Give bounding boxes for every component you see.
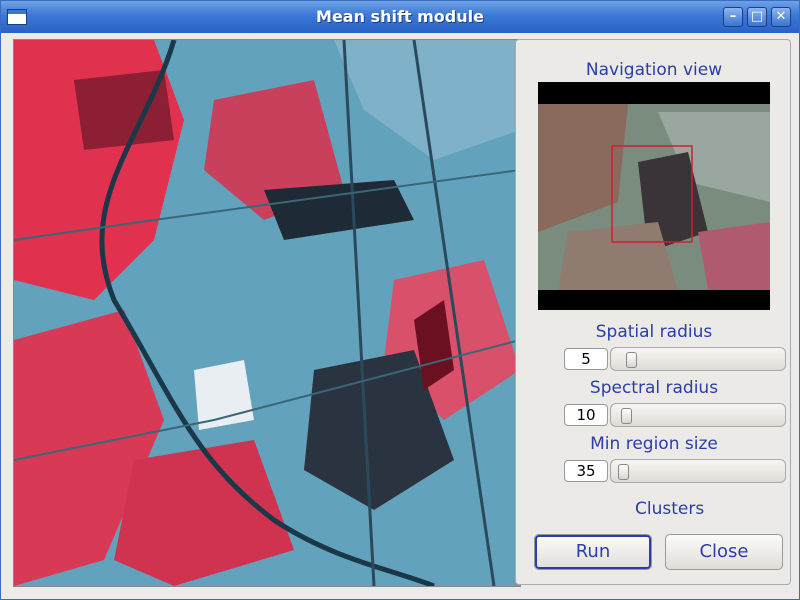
minimize-icon: – <box>729 9 737 24</box>
maximize-button[interactable]: □ <box>747 7 767 27</box>
spatial-radius-field[interactable]: 5 <box>564 348 608 370</box>
spectral-radius-slider[interactable] <box>610 403 786 427</box>
satellite-image <box>14 40 520 586</box>
main-window: Mean shift module – □ ✕ Navigation view … <box>0 0 800 600</box>
min-region-size-slider[interactable] <box>610 459 786 483</box>
navigation-view[interactable] <box>538 82 770 310</box>
title-bar[interactable]: Mean shift module – □ ✕ <box>1 1 799 33</box>
navigation-thumbnail <box>538 82 770 310</box>
control-panel: Navigation view Spatial radius 5 Spectra… <box>515 39 791 585</box>
run-button[interactable]: Run <box>534 534 652 570</box>
minimize-button[interactable]: – <box>723 7 743 27</box>
close-button[interactable]: Close <box>665 534 783 570</box>
clusters-label: Clusters <box>635 499 705 519</box>
close-icon: ✕ <box>775 9 787 24</box>
spectral-radius-field[interactable]: 10 <box>564 404 608 426</box>
segmented-image-view[interactable] <box>13 39 521 587</box>
window-title: Mean shift module <box>316 7 484 26</box>
min-region-size-slider-thumb[interactable] <box>618 464 630 480</box>
spatial-radius-label: Spatial radius <box>595 322 713 342</box>
min-region-size-field[interactable]: 35 <box>564 460 608 482</box>
maximize-icon: □ <box>750 9 764 24</box>
spectral-radius-slider-thumb[interactable] <box>621 408 633 424</box>
spatial-radius-slider[interactable] <box>610 347 786 371</box>
close-window-button[interactable]: ✕ <box>771 7 791 27</box>
min-region-size-label: Min region size <box>590 434 718 454</box>
spatial-radius-slider-thumb[interactable] <box>626 352 638 368</box>
content-area: Navigation view Spatial radius 5 Spectra… <box>9 37 793 593</box>
spectral-radius-label: Spectral radius <box>589 378 719 398</box>
navigation-view-label: Navigation view <box>585 60 723 80</box>
